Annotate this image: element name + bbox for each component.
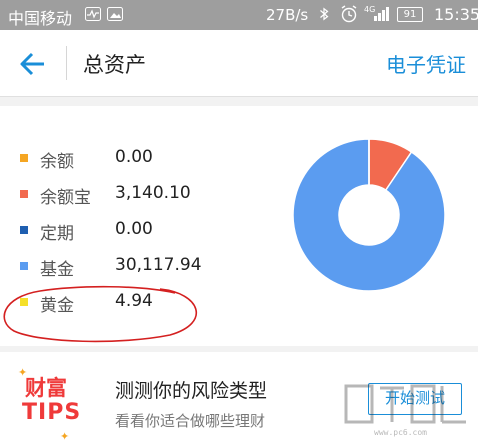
legend-dot-balance xyxy=(20,154,28,162)
app-header: 总资产 电子凭证 xyxy=(0,30,478,97)
status-bar: 中国移动 27B/s 4G 91 15:35 xyxy=(0,0,478,30)
asset-donut-chart xyxy=(292,138,446,292)
carrier-name: 中国移动 xyxy=(8,9,73,28)
asset-value: 0.00 xyxy=(115,219,153,239)
sparkle-icon: ✦ xyxy=(18,366,28,379)
banner-title: 测测你的风险类型 xyxy=(115,380,268,402)
legend-dot-fixed xyxy=(20,226,28,234)
clock: 15:35 xyxy=(434,5,478,24)
arrow-left-icon[interactable] xyxy=(18,50,46,78)
battery-icon: 91 xyxy=(397,7,423,22)
annotation-ellipse xyxy=(3,285,198,343)
logo-bottom-text: TIPS xyxy=(22,400,82,425)
asset-label: 基金 xyxy=(40,260,74,280)
asset-card: 余额 0.00 余额宝 3,140.10 定期 0.00 基金 30,117.9… xyxy=(0,106,478,346)
bluetooth-icon xyxy=(320,7,329,21)
wealth-tips-logo: 财富 TIPS ✦ ✦ xyxy=(18,366,88,443)
page-title: 总资产 xyxy=(83,53,146,77)
network-speed: 27B/s xyxy=(266,6,309,24)
activity-icon xyxy=(85,7,101,21)
svg-text:4G: 4G xyxy=(364,5,375,14)
alarm-icon xyxy=(341,5,357,23)
legend-dot-fund xyxy=(20,262,28,270)
signal-4g-icon: 4G xyxy=(364,5,389,21)
sparkle-icon: ✦ xyxy=(60,430,70,443)
asset-value: 0.00 xyxy=(115,147,153,167)
asset-value: 3,140.10 xyxy=(115,183,191,203)
legend-dot-yuebao xyxy=(20,190,28,198)
asset-label: 定期 xyxy=(40,224,74,244)
image-icon xyxy=(107,7,123,21)
start-test-button[interactable]: 开始测试 xyxy=(368,383,462,415)
risk-test-banner[interactable]: 财富 TIPS ✦ ✦ 测测你的风险类型 看看你适合做哪些理财 开始测试 xyxy=(0,352,478,445)
logo-top-text: 财富 xyxy=(25,376,67,400)
header-divider xyxy=(66,46,67,80)
asset-label: 余额宝 xyxy=(40,188,91,208)
e-voucher-link[interactable]: 电子凭证 xyxy=(386,49,466,78)
banner-subtitle: 看看你适合做哪些理财 xyxy=(115,412,266,430)
asset-label: 余额 xyxy=(40,152,74,172)
asset-value: 30,117.94 xyxy=(115,255,202,275)
